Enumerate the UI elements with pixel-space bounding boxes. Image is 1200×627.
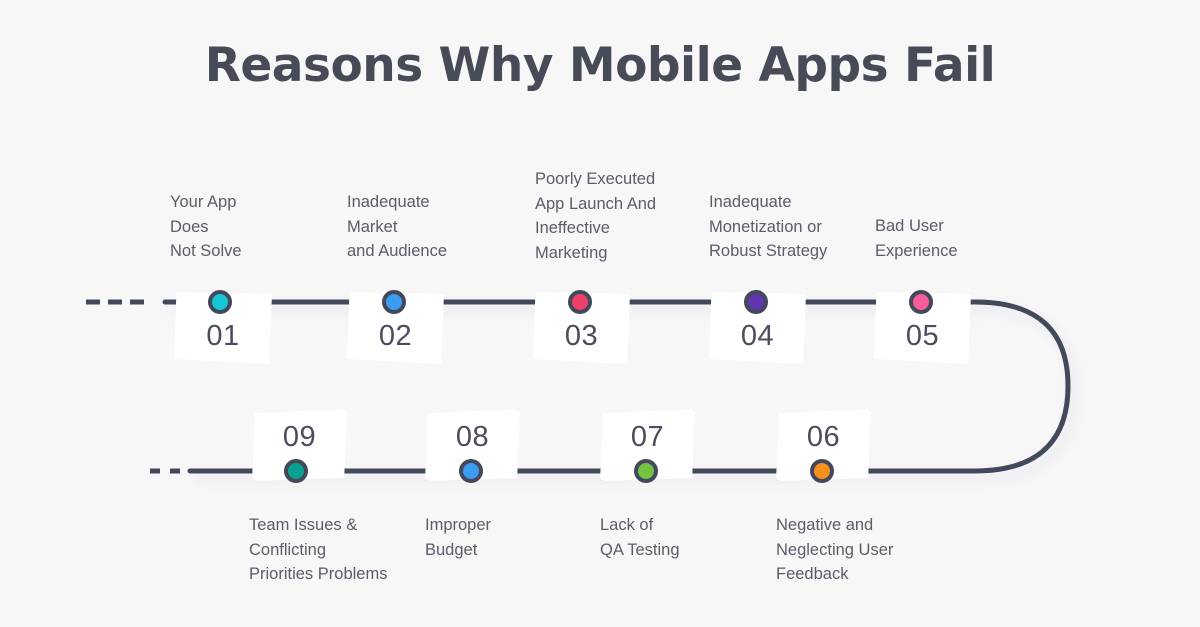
page-title: Reasons Why Mobile Apps Fail <box>204 38 996 93</box>
step-label-04: Inadequate Monetization or Robust Strate… <box>709 193 828 260</box>
step-dot-01[interactable] <box>208 290 232 314</box>
step-dot-05[interactable] <box>909 290 933 314</box>
step-label-01: Your App Does Not Solve <box>170 193 242 260</box>
step-number: 05 <box>905 320 940 352</box>
step-number: 02 <box>378 320 413 352</box>
step-dot-03[interactable] <box>568 290 592 314</box>
step-number: 06 <box>806 421 841 453</box>
step-label-06: Negative and Neglecting User Feedback <box>776 516 894 583</box>
step-label-02: Inadequate Market and Audience <box>347 193 448 260</box>
step-label-08: Improper Budget <box>425 516 492 559</box>
step-label-07: Lack of QA Testing <box>600 516 680 559</box>
step-number: 09 <box>282 421 317 453</box>
step-number: 04 <box>740 320 775 352</box>
step-number: 07 <box>630 421 665 453</box>
step-label-09: Team Issues & Conflicting Priorities Pro… <box>249 516 388 583</box>
step-number: 01 <box>206 320 240 352</box>
step-dot-02[interactable] <box>382 290 406 314</box>
step-dot-09[interactable] <box>284 459 308 483</box>
step-number: 08 <box>455 421 490 453</box>
step-dot-04[interactable] <box>744 290 768 314</box>
step-number: 03 <box>564 320 599 352</box>
step-dot-08[interactable] <box>459 459 483 483</box>
step-dot-07[interactable] <box>634 459 658 483</box>
step-dot-06[interactable] <box>810 459 834 483</box>
infographic-canvas: Reasons Why Mobile Apps Fail 01 Your App … <box>0 0 1200 627</box>
step-label-05: Bad User Experience <box>875 217 958 260</box>
step-label-03: Poorly Executed App Launch And Ineffecti… <box>535 170 657 262</box>
